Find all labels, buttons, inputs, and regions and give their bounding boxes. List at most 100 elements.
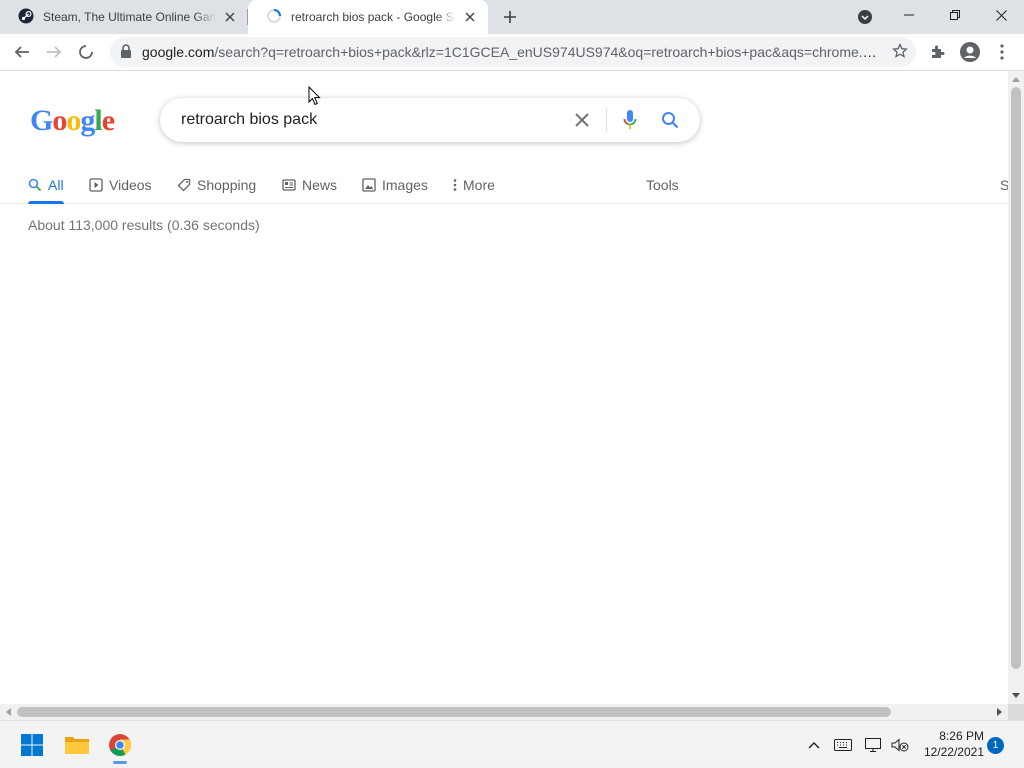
address-bar[interactable]: google.com/search?q=retroarch+bios+pack&…: [110, 37, 916, 67]
profile-button[interactable]: [956, 38, 984, 66]
search-tabs: All Videos Shopping News Images More Too…: [0, 167, 1008, 204]
horizontal-scroll-thumb[interactable]: [17, 707, 891, 717]
monitor-network-icon: [865, 738, 881, 752]
lock-icon[interactable]: [120, 44, 132, 63]
close-tab-icon[interactable]: [462, 9, 478, 25]
tab-shopping[interactable]: Shopping: [177, 167, 256, 203]
tab-search-button[interactable]: [853, 6, 877, 28]
news-icon: [282, 178, 296, 192]
cutoff-label: S: [1000, 177, 1008, 193]
tools-label: Tools: [646, 177, 679, 193]
chevron-down-icon: [858, 10, 872, 24]
steam-favicon-icon: [18, 8, 34, 27]
arrow-left-icon: [14, 46, 29, 58]
minimize-icon: [904, 14, 914, 16]
tab-all[interactable]: All: [28, 167, 64, 204]
arrow-right-icon: [47, 46, 62, 58]
tab-label: News: [302, 177, 338, 193]
notification-badge[interactable]: 1: [987, 737, 1004, 754]
clock-time: 8:26 PM: [939, 729, 984, 743]
chrome-taskbar-button[interactable]: [104, 729, 136, 764]
tab-label: Images: [382, 177, 428, 193]
voice-search-button[interactable]: [618, 108, 642, 132]
mouse-cursor-icon: [308, 85, 321, 111]
minimize-button[interactable]: [886, 0, 932, 30]
restore-icon: [950, 10, 960, 20]
back-button[interactable]: [8, 38, 36, 66]
tab-steam[interactable]: Steam, The Ultimate Online Game Platform: [0, 0, 248, 34]
network-button[interactable]: [864, 733, 884, 757]
windows-start-icon: [21, 734, 43, 756]
vertical-scroll-thumb[interactable]: [1011, 87, 1021, 669]
logo-letter: o: [66, 104, 81, 137]
restore-button[interactable]: [932, 0, 978, 30]
tab-google-search[interactable]: retroarch bios pack - Google Search: [248, 0, 488, 34]
tab-title: retroarch bios pack - Google Search: [291, 10, 456, 24]
tab-label: Videos: [109, 177, 152, 193]
forward-button[interactable]: [40, 38, 68, 66]
file-explorer-button[interactable]: [61, 729, 93, 761]
plus-icon: [504, 11, 516, 23]
close-icon: [995, 9, 1007, 21]
stop-loading-button[interactable]: [72, 38, 100, 66]
tab-title: Steam, The Ultimate Online Game Platform: [43, 10, 216, 24]
keyboard-icon: [834, 739, 852, 751]
url-path: /search?q=retroarch+bios+pack&rlz=1C1GCE…: [214, 44, 882, 60]
search-input[interactable]: retroarch bios pack: [181, 111, 317, 129]
loading-spinner-icon: [266, 8, 282, 27]
google-logo[interactable]: Google: [30, 104, 115, 138]
bookmark-star-icon[interactable]: [892, 42, 908, 64]
clock-date: 12/22/2021: [923, 745, 984, 759]
loading-spinner-icon: [79, 45, 93, 59]
tab-label: More: [463, 177, 495, 193]
scrollbar-corner: [1008, 704, 1024, 720]
close-tab-icon[interactable]: [222, 9, 238, 25]
new-tab-button[interactable]: [498, 5, 522, 29]
taskbar: 8:26 PM 12/22/2021 1: [0, 720, 1024, 768]
tab-images[interactable]: Images: [362, 167, 428, 203]
tab-strip: Steam, The Ultimate Online Game Platform…: [0, 0, 1024, 34]
speaker-muted-icon: [891, 738, 909, 752]
chrome-icon: [109, 734, 131, 756]
scroll-down-arrow-icon[interactable]: [1008, 689, 1024, 703]
chevron-up-icon: [808, 742, 820, 749]
scroll-left-arrow-icon[interactable]: [1, 704, 15, 720]
volume-button[interactable]: [890, 733, 910, 757]
start-button[interactable]: [16, 729, 48, 761]
search-divider: [606, 108, 607, 132]
logo-letter: e: [101, 104, 115, 137]
tools-button[interactable]: Tools: [646, 167, 679, 203]
folder-icon: [65, 737, 89, 754]
clear-search-button[interactable]: [570, 108, 594, 132]
logo-letter: o: [52, 104, 67, 137]
search-submit-button[interactable]: [658, 108, 682, 132]
tab-news[interactable]: News: [282, 167, 337, 203]
scroll-right-arrow-icon[interactable]: [993, 704, 1007, 720]
more-vert-icon: [453, 178, 457, 192]
page-content: Google retroarch bios pack All Videos Sh…: [0, 71, 1008, 704]
scroll-up-arrow-icon[interactable]: [1008, 72, 1024, 86]
settings-link-cutoff[interactable]: S: [1000, 167, 1008, 203]
chrome-menu-button[interactable]: [988, 38, 1016, 66]
extensions-button[interactable]: [924, 38, 952, 66]
keyboard-input-button[interactable]: [833, 733, 853, 757]
tab-more[interactable]: More: [453, 167, 495, 203]
tag-icon: [177, 178, 191, 192]
close-window-button[interactable]: [978, 0, 1024, 30]
search-box[interactable]: retroarch bios pack: [160, 98, 700, 142]
window-controls: [886, 0, 1024, 34]
image-icon: [362, 178, 376, 192]
logo-letter: g: [80, 104, 95, 137]
horizontal-scrollbar[interactable]: [0, 704, 1008, 720]
avatar-icon: [960, 42, 980, 62]
logo-letter: G: [30, 104, 53, 137]
vertical-scrollbar[interactable]: [1008, 71, 1024, 704]
taskbar-clock[interactable]: 8:26 PM 12/22/2021: [912, 728, 984, 760]
close-icon: [575, 113, 589, 127]
tab-videos[interactable]: Videos: [89, 167, 152, 203]
tab-label: Shopping: [197, 177, 257, 193]
show-hidden-icons-button[interactable]: [804, 733, 824, 757]
microphone-icon: [623, 110, 637, 129]
puzzle-icon: [932, 45, 945, 58]
url-text[interactable]: google.com/search?q=retroarch+bios+pack&…: [142, 44, 882, 60]
